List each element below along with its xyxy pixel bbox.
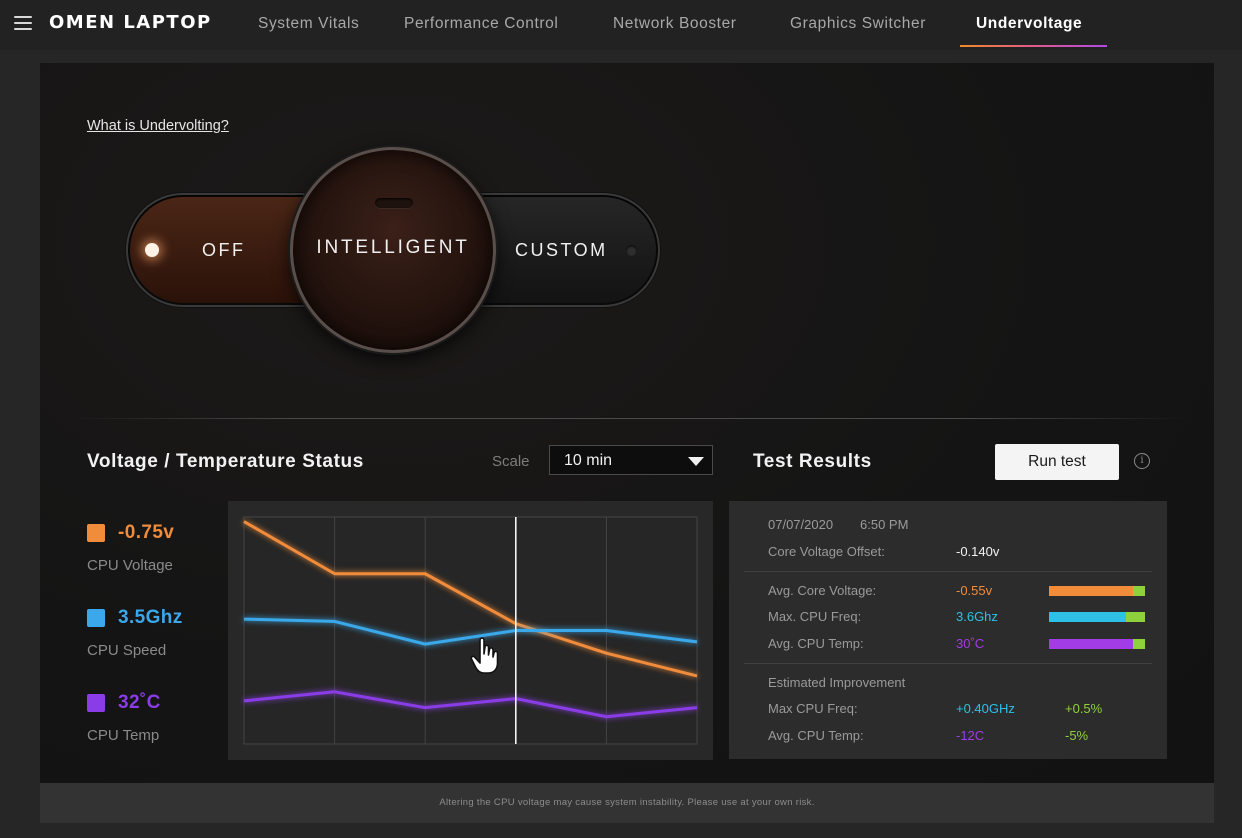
cpu-voltage-value: -0.75v (118, 522, 175, 543)
tab-undervoltage[interactable]: Undervoltage (976, 15, 1082, 33)
hamburger-menu-icon[interactable] (14, 16, 32, 30)
section-divider (70, 418, 1190, 419)
mode-label-intelligent: INTELLIGENT (316, 237, 470, 258)
cpu-temp-swatch (87, 694, 105, 712)
mode-label-off: OFF (202, 240, 246, 260)
results-divider (744, 663, 1152, 664)
plot-area (243, 516, 698, 745)
avg-cpu-temp-label: Avg. CPU Temp: (768, 636, 864, 651)
cpu-speed-label: CPU Speed (87, 642, 167, 659)
improvement-temp-value: -12C (956, 728, 985, 743)
custom-indicator-light (626, 245, 637, 256)
run-test-button[interactable]: Run test (995, 444, 1119, 480)
avg-core-voltage-label: Avg. Core Voltage: (768, 583, 877, 598)
what-is-undervolting-link[interactable]: What is Undervolting? (87, 118, 229, 134)
tab-network-booster[interactable]: Network Booster (613, 15, 737, 33)
tab-system-vitals[interactable]: System Vitals (258, 15, 359, 33)
improvement-freq-value: +0.40GHz (956, 701, 1015, 716)
chevron-down-icon (688, 457, 704, 466)
avg-core-voltage-bar (1049, 586, 1145, 596)
cpu-speed-value: 3.5Ghz (118, 607, 183, 628)
core-voltage-offset-value: -0.140v (956, 544, 1000, 559)
scale-selected-value: 10 min (564, 452, 613, 469)
info-icon[interactable]: i (1134, 453, 1150, 469)
scale-label: Scale (492, 453, 530, 470)
improvement-freq-label: Max CPU Freq: (768, 701, 858, 716)
avg-core-voltage-value: -0.55v (956, 583, 993, 598)
status-section-title: Voltage / Temperature Status (87, 451, 364, 472)
estimated-improvement-title: Estimated Improvement (768, 675, 906, 690)
improvement-temp-label: Avg. CPU Temp: (768, 728, 864, 743)
disclaimer-text: Altering the CPU voltage may cause syste… (439, 797, 815, 808)
scale-dropdown[interactable]: 10 min (549, 445, 713, 475)
test-results-panel: 07/07/2020 6:50 PM Core Voltage Offset: … (729, 501, 1167, 759)
tab-performance-control[interactable]: Performance Control (404, 15, 558, 33)
disclaimer-footer: Altering the CPU voltage may cause syste… (40, 783, 1214, 823)
max-cpu-freq-label: Max. CPU Freq: (768, 609, 862, 624)
mode-selector-knob[interactable]: INTELLIGENT (290, 147, 496, 353)
max-cpu-freq-value: 3.6Ghz (956, 609, 998, 624)
knob-grip (375, 198, 413, 208)
tab-graphics-switcher[interactable]: Graphics Switcher (790, 15, 926, 33)
status-line-chart[interactable] (228, 501, 713, 760)
avg-cpu-temp-bar (1049, 639, 1145, 649)
cpu-voltage-swatch (87, 524, 105, 542)
improvement-freq-percent: +0.5% (1065, 701, 1103, 716)
top-navigation-bar: OMEN LAPTOP System Vitals Performance Co… (0, 0, 1242, 50)
cpu-voltage-label: CPU Voltage (87, 557, 173, 574)
results-divider (744, 571, 1152, 572)
app-title: OMEN LAPTOP (49, 12, 212, 33)
avg-cpu-temp-value: 30˚C (956, 636, 985, 651)
max-cpu-freq-bar-fill (1049, 612, 1126, 622)
avg-core-voltage-bar-fill (1049, 586, 1134, 596)
test-results-title: Test Results (753, 451, 872, 472)
improvement-temp-percent: -5% (1065, 728, 1089, 743)
undervoltage-panel: What is Undervolting? OFF CUSTOM INTELLI… (40, 63, 1214, 783)
off-indicator-light (145, 243, 159, 257)
test-date: 07/07/2020 (768, 517, 834, 532)
cpu-temp-value: 32˚C (118, 692, 161, 713)
active-tab-indicator (960, 45, 1107, 47)
avg-cpu-temp-bar-fill (1049, 639, 1134, 649)
cpu-speed-swatch (87, 609, 105, 627)
cpu-temp-label: CPU Temp (87, 727, 160, 744)
mode-label-custom: CUSTOM (515, 240, 608, 260)
max-cpu-freq-bar (1049, 612, 1145, 622)
test-time: 6:50 PM (860, 517, 909, 532)
core-voltage-offset-label: Core Voltage Offset: (768, 544, 885, 559)
hand-pointer-icon (470, 637, 499, 674)
chart-svg (243, 516, 698, 745)
